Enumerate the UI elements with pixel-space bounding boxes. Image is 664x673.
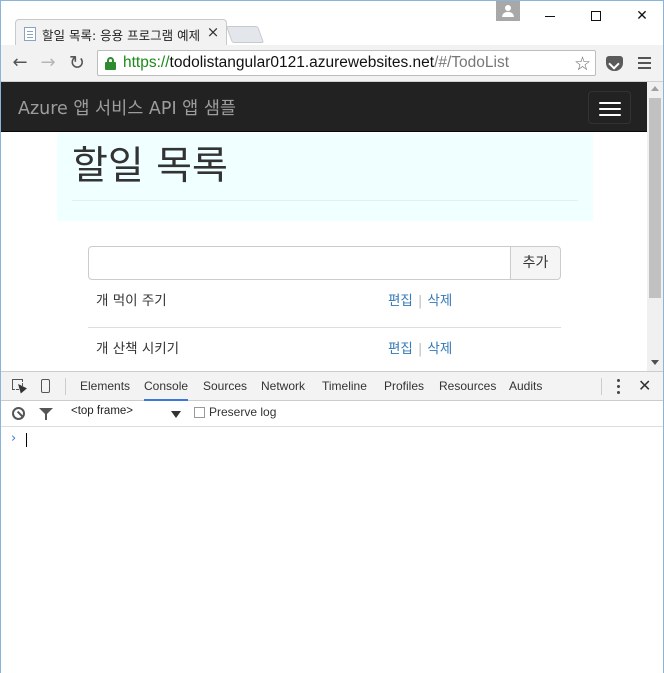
divider — [72, 200, 578, 201]
console-output[interactable]: › — [1, 427, 663, 673]
clear-console-icon[interactable] — [12, 407, 25, 420]
pocket-icon[interactable] — [606, 56, 623, 71]
separator: | — [417, 293, 423, 309]
tab-close-icon[interactable]: × — [206, 24, 220, 40]
scroll-down-icon[interactable] — [651, 360, 659, 365]
tab-audits[interactable]: Audits — [509, 372, 542, 401]
url-text[interactable]: https://todolistangular0121.azurewebsite… — [123, 54, 509, 72]
browser-toolbar: ← → ↻ https://todolistangular0121.azurew… — [1, 45, 663, 82]
window-close-button[interactable]: ✕ — [619, 1, 664, 31]
profile-icon[interactable] — [496, 1, 520, 21]
divider — [601, 378, 602, 395]
browser-menu-icon[interactable] — [638, 57, 651, 69]
lock-icon — [105, 57, 116, 70]
new-tab-button[interactable] — [225, 26, 265, 43]
maximize-button[interactable] — [573, 1, 619, 31]
preserve-log-checkbox[interactable] — [194, 407, 205, 418]
browser-tab[interactable]: 할일 목록: 응용 프로그램 예제 × — [15, 19, 227, 46]
todo-text: 개 산책 시키기 — [96, 341, 180, 357]
back-arrow-icon[interactable]: ← — [9, 52, 31, 74]
minimize-button[interactable] — [527, 1, 573, 31]
inspect-element-icon[interactable] — [11, 378, 27, 394]
devtools-close-icon[interactable]: ✕ — [638, 376, 651, 395]
edit-link[interactable]: 편집 — [388, 293, 413, 309]
tab-network[interactable]: Network — [261, 372, 305, 401]
frame-select[interactable]: <top frame> — [71, 405, 133, 417]
chevron-down-icon[interactable] — [171, 411, 181, 418]
todo-input[interactable] — [88, 246, 511, 280]
forward-arrow-icon[interactable]: → — [37, 52, 59, 74]
tab-elements[interactable]: Elements — [80, 372, 130, 401]
app-navbar: Azure 앱 서비스 API 앱 샘플 — [1, 82, 647, 132]
todo-row: 개 먹이 주기 편집 | 삭제 — [88, 280, 561, 327]
devtools-menu-icon[interactable] — [616, 379, 620, 394]
reload-icon[interactable]: ↻ — [66, 52, 88, 74]
console-prompt-icon: › — [11, 431, 17, 446]
tab-profiles[interactable]: Profiles — [384, 372, 424, 401]
separator: | — [417, 341, 423, 357]
navbar-toggle-button[interactable] — [588, 91, 631, 124]
todo-table: 개 먹이 주기 편집 | 삭제 개 산책 시키기 편집 | 삭제 — [88, 280, 561, 371]
navbar-brand[interactable]: Azure 앱 서비스 API 앱 샘플 — [18, 95, 236, 120]
filter-icon[interactable] — [39, 408, 53, 420]
scroll-thumb[interactable] — [649, 98, 661, 298]
delete-link[interactable]: 삭제 — [427, 293, 452, 309]
devtools-tab-bar: ✕ Elements Console Sources Network Timeline P… — [1, 372, 663, 401]
add-todo-form: 추가 — [88, 246, 561, 280]
devtools-panel: ✕ Elements Console Sources Network Timeline P… — [1, 371, 663, 673]
jumbotron: 할일 목록 — [57, 133, 593, 221]
todo-text: 개 먹이 주기 — [96, 293, 167, 309]
scroll-up-icon[interactable] — [651, 86, 659, 91]
text-caret — [26, 433, 27, 447]
preserve-log-label[interactable]: Preserve log — [209, 405, 276, 419]
page-scrollbar[interactable] — [647, 82, 663, 371]
todo-actions: 편집 | 삭제 — [388, 337, 452, 357]
todo-actions: 편집 | 삭제 — [388, 289, 452, 309]
tab-console[interactable]: Console — [144, 372, 189, 401]
page-title: 할일 목록 — [72, 144, 228, 189]
address-bar[interactable]: https://todolistangular0121.azurewebsite… — [97, 50, 596, 76]
bookmark-star-icon[interactable]: ☆ — [574, 53, 591, 75]
add-button[interactable]: 추가 — [510, 246, 561, 280]
console-toolbar: <top frame> Preserve log — [1, 401, 663, 427]
tab-title: 할일 목록: 응용 프로그램 예제 — [42, 28, 201, 43]
edit-link[interactable]: 편집 — [388, 341, 413, 357]
device-mode-icon[interactable] — [38, 378, 54, 394]
page-favicon-icon — [24, 27, 36, 41]
browser-window: 할일 목록: 응용 프로그램 예제 × ✕ ← → ↻ https://todo… — [0, 0, 664, 673]
title-bar: 할일 목록: 응용 프로그램 예제 × ✕ — [1, 1, 664, 46]
tab-resources[interactable]: Resources — [439, 372, 496, 401]
tab-timeline[interactable]: Timeline — [322, 372, 367, 401]
divider — [65, 378, 66, 395]
delete-link[interactable]: 삭제 — [427, 341, 452, 357]
tab-sources[interactable]: Sources — [203, 372, 247, 401]
page-viewport: Azure 앱 서비스 API 앱 샘플 할일 목록 추가 개 먹이 주기 편집 |… — [1, 82, 663, 371]
todo-row: 개 산책 시키기 편집 | 삭제 — [88, 327, 561, 371]
